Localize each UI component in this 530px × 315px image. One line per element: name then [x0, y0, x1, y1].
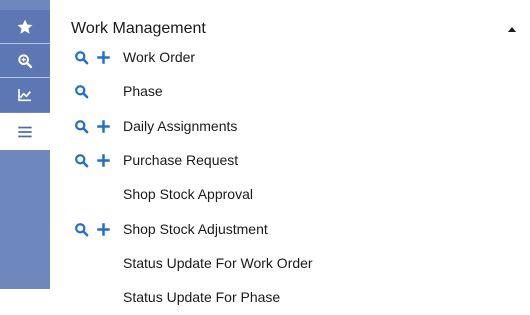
chart-button[interactable]: [0, 78, 50, 112]
menu-item-label[interactable]: Shop Stock Adjustment: [123, 221, 268, 237]
add-icon[interactable]: [96, 222, 111, 242]
menu-item-label[interactable]: Status Update For Phase: [123, 289, 280, 305]
menu-icon: [18, 126, 32, 137]
add-icon[interactable]: [96, 50, 111, 70]
star-icon: [17, 19, 33, 34]
menu-item-label[interactable]: Status Update For Work Order: [123, 255, 313, 271]
sidebar-rail: [0, 0, 50, 289]
menu-item-label[interactable]: Phase: [123, 83, 163, 99]
menu-item-label[interactable]: Purchase Request: [123, 152, 238, 168]
menu-item[interactable]: Daily Assignments: [70, 115, 510, 139]
search-icon[interactable]: [74, 119, 89, 139]
search-zoom-button[interactable]: [0, 44, 50, 77]
search-icon[interactable]: [74, 222, 89, 242]
favorites-button[interactable]: [0, 10, 50, 43]
menu-item[interactable]: Status Update For Phase: [70, 286, 510, 310]
menu-item[interactable]: Purchase Request: [70, 149, 510, 173]
caret-up-icon[interactable]: [508, 27, 516, 32]
search-icon[interactable]: [74, 84, 89, 104]
menu-item[interactable]: Work Order: [70, 46, 510, 70]
panel-title: Work Management: [71, 20, 206, 37]
add-icon[interactable]: [96, 119, 111, 139]
menu-item-label[interactable]: Shop Stock Approval: [123, 186, 253, 202]
chart-icon: [18, 89, 31, 102]
search-icon[interactable]: [74, 153, 89, 173]
search-icon[interactable]: [74, 50, 89, 70]
menu-item-label[interactable]: Work Order: [123, 49, 195, 65]
menu-item[interactable]: Phase: [70, 80, 510, 104]
menu-item[interactable]: Status Update For Work Order: [70, 252, 510, 276]
menu-item[interactable]: Shop Stock Adjustment: [70, 218, 510, 242]
menu-item-label[interactable]: Daily Assignments: [123, 118, 237, 134]
add-icon[interactable]: [96, 153, 111, 173]
menu-item[interactable]: Shop Stock Approval: [70, 183, 510, 207]
search-zoom-icon: [18, 53, 33, 68]
menu-button[interactable]: [0, 113, 50, 150]
